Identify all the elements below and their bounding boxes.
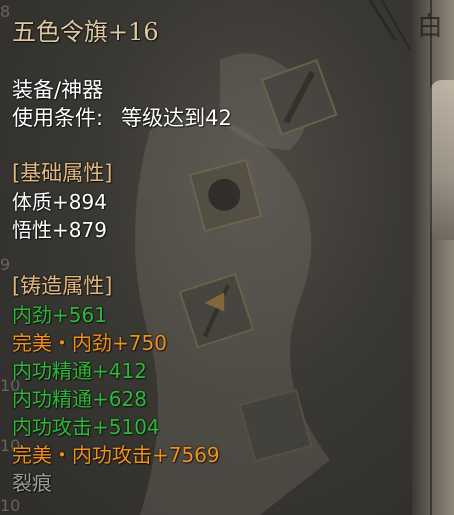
item-tooltip: 五色令旗+16 装备/神器 使用条件: 等级达到42 [基础属性] 体质+894 … <box>0 0 412 515</box>
forge-attributes-header: [铸造属性] <box>12 274 113 298</box>
side-character-panel: 白 <box>412 0 454 515</box>
requirement-value: 等级达到42 <box>121 106 232 130</box>
item-requirement: 使用条件: 等级达到42 <box>12 108 232 129</box>
character-portrait <box>430 80 454 240</box>
forge-stat: 内功精通+412 <box>12 359 147 383</box>
forge-stat: 内功精通+628 <box>12 387 147 411</box>
forge-stat: 内劲+561 <box>12 303 107 327</box>
game-screen: 白 8 9 10 10 10 五色令旗+16 装备/神器 使用条件:等级达到42… <box>0 0 454 515</box>
forge-stat-perfect: 完美・内劲+750 <box>12 331 167 355</box>
forge-stat-perfect: 完美・内功攻击+7569 <box>12 443 220 467</box>
panel-divider <box>430 0 432 515</box>
item-name: 五色令旗+16 <box>12 18 159 46</box>
flaw-status: 裂痕 <box>12 471 52 495</box>
forge-stat: 内功攻击+5104 <box>12 415 160 439</box>
base-stat: 悟性+879 <box>12 218 107 242</box>
base-attributes-header: [基础属性] <box>12 161 113 185</box>
base-stat: 体质+894 <box>12 190 107 214</box>
requirement-label: 使用条件: <box>12 106 104 130</box>
item-category: 装备/神器 <box>12 78 104 102</box>
